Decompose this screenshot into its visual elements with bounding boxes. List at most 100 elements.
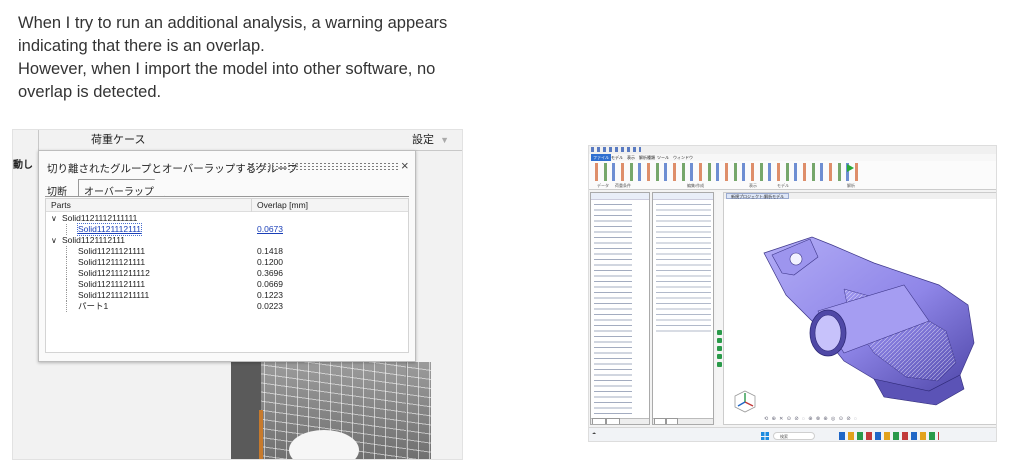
- axis-triad-icon[interactable]: [732, 388, 758, 414]
- drag-handle[interactable]: [247, 162, 399, 172]
- tab-load-case[interactable]: 荷重ケース: [91, 130, 145, 150]
- table-row[interactable]: Solid112111211112 0.3696: [46, 268, 408, 279]
- view-toolbar: [716, 192, 723, 425]
- close-icon[interactable]: ×: [401, 158, 409, 173]
- weather-widget[interactable]: ☁: [592, 430, 596, 436]
- tree-line: [66, 268, 76, 279]
- project-tree-panel: [590, 192, 650, 425]
- table-row[interactable]: Solid112111211111 0.1223: [46, 290, 408, 301]
- post-text: When I try to run an additional analysis…: [18, 12, 518, 104]
- window-title-bar: [589, 146, 996, 154]
- tree-line: [66, 246, 76, 257]
- view-tool-icon[interactable]: [717, 362, 722, 367]
- ribbon-group-label: 編集/作成: [687, 183, 705, 188]
- panel-header: [591, 193, 649, 200]
- ribbon-toolbar: データ 荷重条件 編集/作成 表示 モデル 解析: [589, 161, 996, 190]
- tree-line: [66, 290, 76, 301]
- view-tool-icon[interactable]: [717, 338, 722, 343]
- tab-divider: [45, 196, 409, 197]
- post-line: However, when I import the model into ot…: [18, 60, 436, 78]
- column-parts[interactable]: Parts: [51, 200, 71, 210]
- view-tool-icon[interactable]: [717, 346, 722, 351]
- ribbon-group-label: 表示: [749, 183, 757, 188]
- overlap-value: 0.0669: [257, 279, 283, 289]
- taskbar-app-icons[interactable]: [839, 432, 939, 440]
- panel-tab[interactable]: [654, 418, 666, 424]
- chevron-down-icon[interactable]: ∨: [51, 213, 57, 224]
- overlap-value: 0.1418: [257, 246, 283, 256]
- column-overlap[interactable]: Overlap [mm]: [257, 200, 308, 210]
- part-name: パート1: [78, 301, 109, 311]
- overlap-dialog: 切り離されたグループとオーバーラップするグループ × 切断 オーバーラップ Pa…: [38, 150, 416, 362]
- ribbon-group-label: モデル: [777, 183, 789, 188]
- chevron-down-icon: ▼: [440, 135, 449, 145]
- table-row[interactable]: Solid1121112111 0.0673: [46, 223, 408, 236]
- tree-line: [66, 279, 76, 290]
- ribbon-group-label: 荷重条件: [615, 183, 631, 188]
- chevron-down-icon[interactable]: ∨: [51, 235, 57, 246]
- overlap-dialog-screenshot: 荷重ケース 設定 ▼ 動し 切り離されたグループとオーバーラップするグループ ×…: [12, 129, 463, 460]
- mesh-edge: [259, 410, 263, 459]
- panel-tab[interactable]: [666, 418, 678, 424]
- taskbar-search[interactable]: 検索: [773, 432, 815, 440]
- viewport-nav-tools[interactable]: ⟲ ⊕ ✕ ⊙ ⊘ ◌ ⊕ ⊗ ⊕ ◎ ⊙ ⊘ ◌: [764, 416, 858, 422]
- part-name: Solid11211121111: [78, 279, 146, 289]
- windows-start-icon[interactable]: [761, 432, 769, 440]
- table-row[interactable]: パート1 0.0223: [46, 301, 408, 312]
- tab-settings-label: 設定: [412, 134, 434, 146]
- column-divider: [251, 199, 252, 212]
- quick-access-toolbar[interactable]: [591, 147, 641, 152]
- overlap-value[interactable]: 0.0673: [257, 224, 283, 235]
- body-list-panel: [652, 192, 714, 425]
- part-name: Solid1121112111111: [62, 213, 138, 223]
- panel-tab[interactable]: [606, 418, 620, 424]
- overlap-value: 0.3696: [257, 268, 283, 278]
- panel-header: [653, 193, 713, 200]
- view-tool-icon[interactable]: [717, 330, 722, 335]
- ribbon-icons[interactable]: [595, 163, 863, 181]
- table-row[interactable]: ∨ Solid1121112111: [46, 235, 408, 246]
- table-row[interactable]: Solid11211121111 0.1200: [46, 257, 408, 268]
- part-name: Solid1121112111: [62, 235, 126, 245]
- part-name: Solid112111211111: [78, 290, 150, 300]
- part-name: Solid112111211112: [78, 268, 150, 278]
- side-label: 動し: [13, 160, 33, 171]
- view-tool-icon[interactable]: [717, 354, 722, 359]
- overlap-value: 0.1223: [257, 290, 283, 300]
- part-name: Solid11211121111: [78, 257, 146, 267]
- overlap-value: 0.0223: [257, 301, 283, 311]
- tab-overlap[interactable]: オーバーラップ: [78, 179, 165, 197]
- search-placeholder: 検索: [780, 434, 788, 439]
- part-name: Solid11211121111: [78, 246, 146, 256]
- panel-tabs: [591, 418, 649, 424]
- windows-taskbar: ☁ 検索: [589, 427, 996, 441]
- tree-line: [66, 257, 76, 268]
- tree-line: [66, 301, 76, 312]
- tree-line: [66, 224, 76, 235]
- run-analysis-icon[interactable]: [847, 164, 854, 172]
- panel-tabs: [653, 418, 713, 424]
- body-list[interactable]: [656, 202, 711, 332]
- menu-bar: ファイル モデル 表示 解析種類 ツール ウィンドウ: [589, 154, 996, 161]
- project-tree[interactable]: [594, 202, 648, 417]
- ribbon-group-label: 解析: [847, 183, 855, 188]
- table-row[interactable]: Solid11211121111 0.0669: [46, 279, 408, 290]
- 3d-viewport[interactable]: 新規プロジェクト:解析モデル ⟲ ⊕ ✕ ⊙ ⊘ ◌ ⊕ ⊗ ⊕ ◎ ⊙ ⊘ ◌: [723, 192, 996, 425]
- post-line: indicating that there is an overlap.: [18, 37, 265, 55]
- tab-settings[interactable]: 設定 ▼: [412, 130, 449, 150]
- tab-divider: [38, 130, 39, 150]
- mesh-edge: [406, 362, 407, 459]
- cad-model: [763, 236, 975, 406]
- table-header: Parts Overlap [mm]: [46, 199, 408, 212]
- overlap-value: 0.1200: [257, 257, 283, 267]
- post-line: overlap is detected.: [18, 83, 162, 101]
- panel-tab[interactable]: [592, 418, 606, 424]
- post-line: When I try to run an additional analysis…: [18, 14, 448, 32]
- cae-app-screenshot: ファイル モデル 表示 解析種類 ツール ウィンドウ データ 荷重条件 編集/作…: [588, 145, 997, 442]
- mesh-shadow: [231, 362, 261, 459]
- table-row[interactable]: ∨ Solid1121112111111: [46, 213, 408, 224]
- part-name[interactable]: Solid1121112111: [76, 223, 143, 236]
- overlap-table: Parts Overlap [mm] ∨ Solid1121112111111 …: [45, 198, 409, 353]
- menu-file[interactable]: ファイル: [591, 154, 611, 161]
- table-row[interactable]: Solid11211121111 0.1418: [46, 246, 408, 257]
